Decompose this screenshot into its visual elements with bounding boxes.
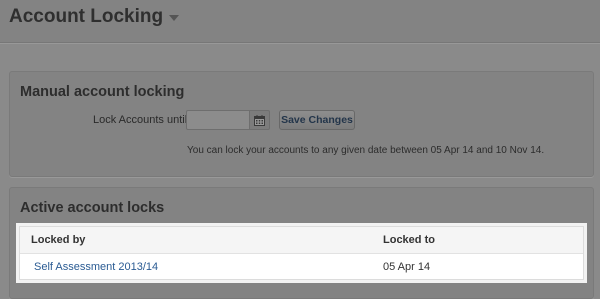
active-locks-title: Active account locks bbox=[20, 200, 165, 216]
active-locks-panel: Active account locks Locked by Locked to… bbox=[9, 187, 594, 299]
manual-locking-panel: Manual account locking Lock Accounts unt… bbox=[9, 71, 594, 177]
manual-locking-title: Manual account locking bbox=[20, 84, 185, 100]
column-header-locked-by: Locked by bbox=[31, 234, 86, 246]
lock-date-input[interactable] bbox=[186, 110, 258, 130]
calendar-icon bbox=[254, 114, 265, 126]
table-header-row: Locked by Locked to bbox=[20, 227, 583, 254]
page-title: Account Locking bbox=[9, 6, 164, 27]
lock-accounts-label: Lock Accounts until bbox=[93, 114, 188, 126]
chevron-down-icon bbox=[169, 15, 180, 21]
locked-to-value: 05 Apr 14 bbox=[383, 261, 431, 273]
lock-date-help-text: You can lock your accounts to any given … bbox=[187, 145, 545, 156]
column-header-locked-to: Locked to bbox=[383, 234, 435, 246]
locked-by-link[interactable]: Self Assessment 2013/14 bbox=[34, 261, 158, 273]
active-locks-table: Locked by Locked to Self Assessment 2013… bbox=[19, 226, 584, 280]
page-title-dropdown[interactable]: Account Locking bbox=[9, 6, 180, 28]
page-header: Account Locking bbox=[0, 0, 600, 43]
save-changes-button[interactable]: Save Changes bbox=[279, 110, 355, 130]
calendar-button[interactable] bbox=[249, 110, 270, 130]
